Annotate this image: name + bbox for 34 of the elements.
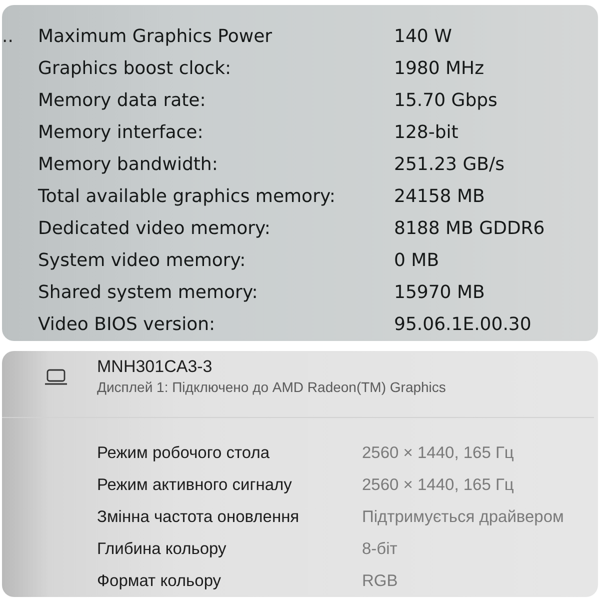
property-label: Maximum Graphics Power xyxy=(38,25,274,49)
property-value: 0 MB xyxy=(394,249,440,273)
truncated-list-item: .. xyxy=(2,25,14,49)
property-label: Video BIOS version: xyxy=(38,313,216,337)
property-value: 1980 MHz xyxy=(394,57,486,81)
property-value: 15.70 Gbps xyxy=(394,89,498,113)
property-label: Memory bandwidth: xyxy=(38,153,219,177)
setting-value: 2560 × 1440, 165 Гц xyxy=(362,443,515,464)
display-connection: Дисплей 1: Підключено до AMD Radeon(TM) Graphics xyxy=(97,378,446,397)
setting-label: Глибина кольору xyxy=(97,539,228,560)
property-value: 95.06.1E.00.30 xyxy=(394,313,532,337)
property-value: 251.23 GB/s xyxy=(394,153,506,177)
property-value: 24158 MB xyxy=(394,185,486,209)
setting-label: Змінна частота оновлення xyxy=(97,507,300,528)
display-name: MNH301CA3-3 xyxy=(97,357,214,377)
property-label: Memory interface: xyxy=(38,121,204,145)
setting-label: Режим активного сигналу xyxy=(97,475,293,496)
property-label: Dedicated video memory: xyxy=(38,217,272,241)
property-label: Memory data rate: xyxy=(38,89,207,113)
property-label: Total available graphics memory: xyxy=(38,185,336,209)
setting-label: Режим робочого стола xyxy=(97,443,271,464)
property-value: 15970 MB xyxy=(394,281,486,305)
property-label: Shared system memory: xyxy=(38,281,259,305)
setting-value: Підтримується драйвером xyxy=(362,507,565,528)
property-value: 140 W xyxy=(394,25,453,49)
setting-label: Формат кольору xyxy=(97,571,222,592)
laptop-icon xyxy=(45,369,67,385)
setting-value: 2560 × 1440, 165 Гц xyxy=(362,475,515,496)
property-value: 128-bit xyxy=(394,121,460,145)
property-label: Graphics boost clock: xyxy=(38,57,232,81)
setting-value: 8-біт xyxy=(362,539,398,560)
property-label: System video memory: xyxy=(38,249,247,273)
setting-value: RGB xyxy=(362,571,399,592)
property-value: 8188 MB GDDR6 xyxy=(394,217,545,241)
